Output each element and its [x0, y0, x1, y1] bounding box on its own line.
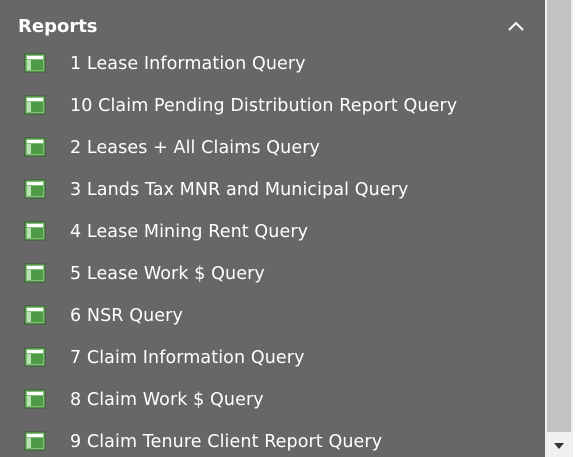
report-item-label: 9 Claim Tenure Client Report Query	[70, 432, 383, 452]
report-item[interactable]: 1 Lease Information Query	[0, 44, 545, 86]
report-item[interactable]: 7 Claim Information Query	[0, 338, 545, 380]
report-item-label: 6 NSR Query	[70, 306, 183, 326]
scroll-down-button[interactable]	[545, 434, 573, 457]
report-item-label: 7 Claim Information Query	[70, 348, 305, 368]
chevron-up-icon[interactable]	[507, 20, 525, 32]
report-item[interactable]: 3 Lands Tax MNR and Municipal Query	[0, 170, 545, 212]
report-icon	[24, 263, 46, 283]
report-item-label: 8 Claim Work $ Query	[70, 390, 264, 410]
report-item-label: 4 Lease Mining Rent Query	[70, 222, 309, 242]
report-item-label: 1 Lease Information Query	[70, 54, 306, 74]
report-item[interactable]: 10 Claim Pending Distribution Report Que…	[0, 86, 545, 128]
report-icon	[24, 305, 46, 325]
report-icon	[24, 431, 46, 451]
report-icon	[24, 347, 46, 367]
report-item-label: 2 Leases + All Claims Query	[70, 138, 320, 158]
report-item-label: 3 Lands Tax MNR and Municipal Query	[70, 180, 409, 200]
report-item[interactable]: 4 Lease Mining Rent Query	[0, 212, 545, 254]
arrow-down-icon	[554, 443, 564, 449]
report-item-label: 10 Claim Pending Distribution Report Que…	[70, 96, 458, 116]
report-icon	[24, 137, 46, 157]
previous-item-clipped	[0, 0, 545, 8]
scrollbar-thumb[interactable]	[547, 0, 571, 432]
group-title: Reports	[18, 16, 98, 37]
vertical-scrollbar[interactable]	[545, 0, 582, 457]
report-icon	[24, 53, 46, 73]
report-icon	[24, 95, 46, 115]
report-item[interactable]: 6 NSR Query	[0, 296, 545, 338]
report-icon	[24, 221, 46, 241]
report-item[interactable]: 9 Claim Tenure Client Report Query	[0, 422, 545, 457]
report-item[interactable]: 5 Lease Work $ Query	[0, 254, 545, 296]
report-icon	[24, 179, 46, 199]
report-item-label: 5 Lease Work $ Query	[70, 264, 265, 284]
report-item[interactable]: 8 Claim Work $ Query	[0, 380, 545, 422]
report-item[interactable]: 2 Leases + All Claims Query	[0, 128, 545, 170]
scrollbar-edge	[573, 0, 582, 457]
group-header-reports[interactable]: Reports	[0, 12, 545, 44]
navigation-pane: Reports 1 Lease Information Query 10 Cla…	[0, 0, 582, 457]
report-icon	[24, 389, 46, 409]
report-list: 1 Lease Information Query 10 Claim Pendi…	[0, 44, 545, 457]
